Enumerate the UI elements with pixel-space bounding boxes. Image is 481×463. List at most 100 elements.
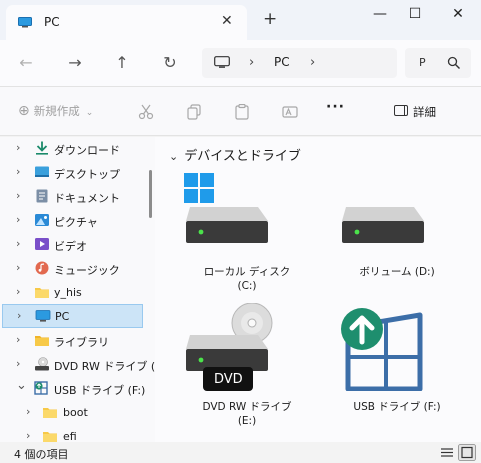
sidebar-item-label: PC bbox=[55, 310, 70, 323]
sidebar-item-desktop[interactable]: › デスクトップ bbox=[0, 161, 148, 185]
download-icon bbox=[36, 141, 48, 155]
sidebar-item-boot[interactable]: › boot bbox=[0, 401, 148, 425]
new-tab-button[interactable]: + bbox=[263, 9, 277, 29]
collapse-chevron-icon[interactable]: ⌄ bbox=[16, 378, 27, 393]
desktop-icon bbox=[35, 166, 49, 177]
maximize-button[interactable]: ☐ bbox=[400, 6, 430, 22]
expand-chevron-icon[interactable]: › bbox=[26, 405, 30, 418]
sidebar-item-downloads[interactable]: › ダウンロード bbox=[0, 137, 148, 161]
sidebar-item-label: ビデオ bbox=[54, 240, 87, 253]
item-count: 4 個の項目 bbox=[14, 448, 69, 461]
folder-icon bbox=[43, 408, 57, 418]
expand-chevron-icon[interactable]: › bbox=[17, 309, 21, 322]
sidebar-item-documents[interactable]: › ドキュメント bbox=[0, 185, 148, 209]
music-icon bbox=[35, 261, 49, 275]
tab-close-icon[interactable]: ✕ bbox=[221, 13, 233, 29]
dvd-drive-icon bbox=[35, 357, 49, 371]
sidebar-item-dvd-drive[interactable]: › DVD RW ドライブ ( bbox=[0, 353, 155, 377]
new-button-label: 新規作成 bbox=[33, 104, 80, 118]
up-button[interactable]: ↑ bbox=[112, 53, 132, 73]
rename-icon[interactable] bbox=[282, 104, 298, 120]
drive-label: DVD RW ドライブ bbox=[202, 401, 292, 413]
chevron-down-icon: ⌄ bbox=[85, 108, 94, 118]
details-view-icon[interactable] bbox=[438, 444, 456, 461]
plus-icon: ⊕ bbox=[18, 103, 30, 119]
sidebar-item-pc[interactable]: › PC bbox=[2, 304, 143, 328]
sidebar-item-label: ミュージック bbox=[54, 264, 120, 277]
expand-chevron-icon[interactable]: › bbox=[16, 261, 20, 274]
pc-icon bbox=[214, 56, 230, 68]
drive-letter: (E:) bbox=[237, 415, 257, 427]
volume-icon bbox=[342, 207, 424, 243]
expand-chevron-icon[interactable]: › bbox=[16, 141, 20, 154]
copy-icon[interactable] bbox=[186, 104, 202, 120]
breadcrumb-chevron-icon[interactable]: › bbox=[249, 55, 254, 70]
drive-label: USB ドライブ (F:) bbox=[353, 401, 441, 413]
details-button[interactable]: 詳細 bbox=[394, 104, 436, 120]
expand-chevron-icon[interactable]: › bbox=[16, 333, 20, 346]
cut-icon[interactable] bbox=[138, 104, 154, 120]
more-options-button[interactable]: ··· bbox=[326, 99, 345, 115]
navigation-pane: › ダウンロード › デスクトップ › ドキュメント › ピクチャ › ビデオ … bbox=[0, 137, 155, 442]
expand-chevron-icon[interactable]: › bbox=[16, 237, 20, 250]
file-view: ⌄ デバイスとドライブ ローカル ディスク (C:) ボリューム (D:) DV… bbox=[155, 137, 481, 442]
status-bar: 4 個の項目 bbox=[0, 442, 481, 463]
title-bar: PC ✕ + — ☐ ✕ bbox=[0, 0, 481, 40]
close-window-button[interactable]: ✕ bbox=[443, 6, 473, 22]
refresh-button[interactable]: ↻ bbox=[160, 53, 180, 73]
expand-chevron-icon[interactable]: › bbox=[16, 213, 20, 226]
back-button[interactable]: ← bbox=[16, 53, 36, 73]
expand-chevron-icon[interactable]: › bbox=[16, 189, 20, 202]
new-button[interactable]: ⊕ 新規作成 ⌄ bbox=[18, 103, 93, 119]
sidebar-item-label: デスクトップ bbox=[54, 168, 120, 181]
sidebar-item-label: USB ドライブ (F:) bbox=[54, 384, 146, 397]
sidebar-item-label: boot bbox=[63, 406, 88, 419]
sidebar-item-label: efi bbox=[63, 430, 77, 442]
sidebar-item-label: y_his bbox=[54, 286, 82, 299]
expand-chevron-icon[interactable]: › bbox=[26, 429, 30, 442]
forward-button[interactable]: → bbox=[65, 53, 85, 73]
local-disk-icon bbox=[184, 173, 268, 243]
breadcrumb-chevron-icon[interactable]: › bbox=[310, 55, 315, 70]
large-icons-view-icon[interactable] bbox=[458, 444, 476, 461]
library-icon bbox=[35, 336, 49, 346]
sidebar-item-label: DVD RW ドライブ ( bbox=[54, 360, 155, 373]
sidebar-item-label: ライブラリ bbox=[54, 336, 109, 349]
sidebar-scrollbar[interactable] bbox=[149, 170, 152, 218]
drive-item-d[interactable]: ボリューム (D:) bbox=[322, 173, 472, 313]
pc-icon bbox=[35, 310, 51, 322]
usb-drive-icon bbox=[34, 381, 48, 395]
address-bar[interactable]: › PC › bbox=[202, 48, 397, 78]
pc-icon bbox=[18, 17, 32, 28]
expand-chevron-icon[interactable]: › bbox=[16, 165, 20, 178]
drive-item-e[interactable]: DVD DVD RW ドライブ (E:) bbox=[172, 303, 322, 443]
drive-item-f[interactable]: USB ドライブ (F:) bbox=[322, 303, 472, 443]
search-box[interactable]: P bbox=[405, 48, 471, 78]
sidebar-item-y-his[interactable]: › y_his bbox=[0, 281, 148, 305]
sidebar-item-efi[interactable]: › efi bbox=[0, 425, 148, 442]
minimize-button[interactable]: — bbox=[365, 6, 395, 22]
search-placeholder: P bbox=[419, 56, 426, 69]
tab-pc[interactable]: PC ✕ bbox=[6, 5, 247, 40]
sidebar-item-pictures[interactable]: › ピクチャ bbox=[0, 209, 148, 233]
search-icon bbox=[447, 56, 460, 69]
sidebar-item-label: ピクチャ bbox=[54, 216, 98, 229]
sidebar-item-usb-drive[interactable]: ⌄ USB ドライブ (F:) bbox=[0, 377, 148, 401]
group-title: デバイスとドライブ bbox=[184, 149, 301, 164]
sidebar-item-videos[interactable]: › ビデオ bbox=[0, 233, 148, 257]
usb-drive-icon bbox=[341, 308, 423, 391]
sidebar-item-music[interactable]: › ミュージック bbox=[0, 257, 148, 281]
drive-letter: (C:) bbox=[237, 280, 257, 292]
paste-icon[interactable] bbox=[234, 104, 250, 120]
command-bar: ⊕ 新規作成 ⌄ ··· 詳細 bbox=[0, 86, 481, 136]
sidebar-item-library[interactable]: › ライブラリ bbox=[0, 329, 148, 353]
breadcrumb-pc[interactable]: PC bbox=[274, 55, 290, 69]
expand-chevron-icon[interactable]: › bbox=[16, 357, 20, 370]
details-pane-icon bbox=[394, 105, 408, 116]
sidebar-item-label: ダウンロード bbox=[54, 144, 120, 157]
drive-item-c[interactable]: ローカル ディスク (C:) bbox=[172, 173, 322, 313]
folder-icon bbox=[43, 432, 57, 442]
collapse-chevron-icon: ⌄ bbox=[169, 150, 179, 163]
group-header-devices[interactable]: ⌄ デバイスとドライブ bbox=[169, 145, 301, 164]
expand-chevron-icon[interactable]: › bbox=[16, 285, 20, 298]
